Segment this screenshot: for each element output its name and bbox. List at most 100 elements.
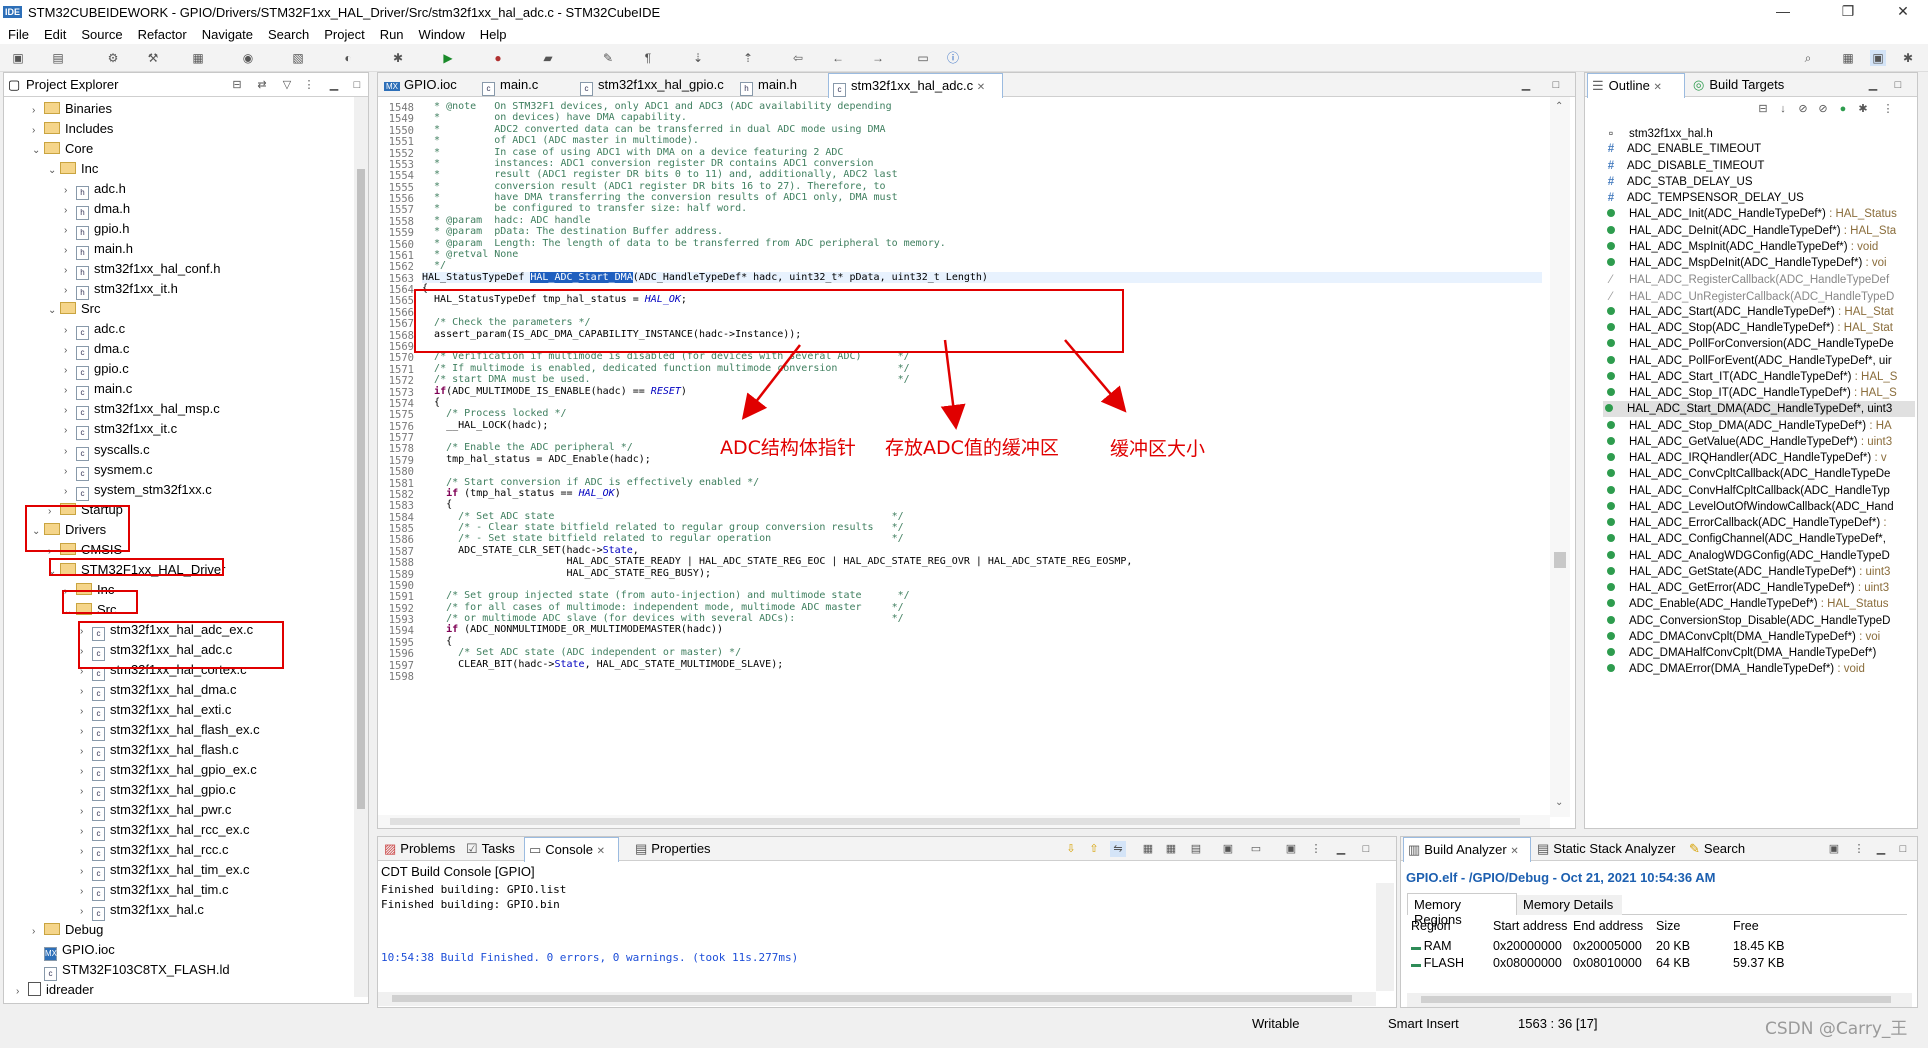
outline-item[interactable]: HAL_ADC_GetState(ADC_HandleTypeDef*) : u… xyxy=(1605,564,1890,580)
analyzer-hscroll[interactable] xyxy=(1407,993,1912,1007)
outline-item[interactable]: HAL_ADC_ErrorCallback(ADC_HandleTypeDef*… xyxy=(1605,515,1887,531)
outline-item[interactable]: ADC_DMAConvCplt(DMA_HandleTypeDef*) : vo… xyxy=(1605,629,1880,645)
display-icon[interactable]: ▤ xyxy=(1188,841,1204,857)
column-header[interactable]: Start address xyxy=(1493,919,1567,933)
outline-item[interactable]: ADC_Enable(ADC_HandleTypeDef*) : HAL_Sta… xyxy=(1605,596,1889,612)
pin-console-icon[interactable]: ⇧ xyxy=(1086,841,1102,857)
table-cell-wrap: 64 KB xyxy=(1656,956,1690,970)
outline-item[interactable]: HAL_ADC_MspDeInit(ADC_HandleTypeDef*) : … xyxy=(1605,255,1887,271)
scroll-lock-icon[interactable]: ⇩ xyxy=(1063,841,1079,857)
hide-fields-icon[interactable]: ⊘ xyxy=(1795,101,1811,117)
tab-build-targets[interactable]: ◎ Build Targets xyxy=(1689,73,1804,97)
tab-problems[interactable]: ▨ Problems xyxy=(380,837,460,861)
outline-item[interactable]: HAL_ADC_Start(ADC_HandleTypeDef*) : HAL_… xyxy=(1605,304,1894,320)
new-console-icon[interactable]: ▣ xyxy=(1283,841,1299,857)
view-menu-icon[interactable]: ⋮ xyxy=(1880,101,1896,117)
outline-item[interactable]: ⁄ HAL_ADC_RegisterCallback(ADC_HandleType… xyxy=(1605,271,1889,287)
column-header[interactable]: Free xyxy=(1733,919,1759,933)
outline-item[interactable]: HAL_ADC_Stop(ADC_HandleTypeDef*) : HAL_S… xyxy=(1605,320,1893,336)
outline-item[interactable]: ADC_DMAError(DMA_HandleTypeDef*) : void xyxy=(1605,661,1865,677)
outline-item[interactable]: HAL_ADC_GetValue(ADC_HandleTypeDef*) : u… xyxy=(1605,434,1892,450)
close-tab-icon[interactable]: ✕ xyxy=(1653,82,1661,93)
outline-item-label: HAL_ADC_ErrorCallback(ADC_HandleTypeDef*… xyxy=(1629,517,1881,529)
outline-item[interactable]: # ADC_STAB_DELAY_US xyxy=(1605,174,1753,190)
copy-icon[interactable]: ▦ xyxy=(1163,841,1179,857)
tab-memory-details[interactable]: Memory Details xyxy=(1517,895,1622,915)
minimize-view-icon[interactable]: ▁ xyxy=(1873,841,1889,857)
outline-item[interactable]: HAL_ADC_LevelOutOfWindowCallback(ADC_Han… xyxy=(1605,499,1894,515)
console-line: Finished building: GPIO.bin xyxy=(381,898,560,911)
outline-item[interactable]: HAL_ADC_Init(ADC_HandleTypeDef*) : HAL_S… xyxy=(1605,206,1897,222)
tab-properties[interactable]: ▤ Properties xyxy=(631,837,731,861)
outline-item[interactable]: ADC_DMAHalfConvCplt(DMA_HandleTypeDef*) xyxy=(1605,645,1876,661)
hide-static-icon[interactable]: ⊘ xyxy=(1815,101,1831,117)
tab-tasks[interactable]: ☑ Tasks xyxy=(462,837,522,861)
close-tab-icon[interactable]: ✕ xyxy=(597,846,605,857)
outline-item-label: HAL_ADC_IRQHandler(ADC_HandleTypeDef*) xyxy=(1629,452,1872,464)
tab-static-stack[interactable]: ▤ Static Stack Analyzer xyxy=(1533,837,1683,861)
maximize-view-icon[interactable]: □ xyxy=(1895,841,1911,857)
table-cell: 0x08010000 xyxy=(1573,956,1642,970)
column-header[interactable]: Size xyxy=(1656,919,1680,933)
outline-item[interactable]: HAL_ADC_DeInit(ADC_HandleTypeDef*) : HAL… xyxy=(1605,223,1896,239)
annotation-hadc: ADC结构体指针 xyxy=(720,437,856,459)
stack-icon: ▤ xyxy=(1537,841,1550,856)
outline-item[interactable]: ▫ stm32f1xx_hal.h xyxy=(1605,125,1713,141)
outline-item[interactable]: HAL_ADC_ConvCpltCallback(ADC_HandleTypeD… xyxy=(1605,466,1890,482)
word-wrap-icon[interactable]: ⇋ xyxy=(1110,841,1126,857)
view-menu-icon[interactable]: ⋮ xyxy=(1851,841,1867,857)
close-tab-icon[interactable]: ✕ xyxy=(1510,846,1518,857)
outline-item[interactable]: HAL_ADC_Start_IT(ADC_HandleTypeDef*) : H… xyxy=(1605,369,1897,385)
outline-item[interactable]: ADC_ConversionStop_Disable(ADC_HandleTyp… xyxy=(1605,613,1890,629)
insert-mode-status[interactable]: Smart Insert xyxy=(1388,1016,1459,1031)
maximize-view-icon[interactable]: □ xyxy=(1890,77,1906,93)
column-header[interactable]: End address xyxy=(1573,919,1643,933)
outline-item-label: HAL_ADC_RegisterCallback(ADC_HandleTypeD… xyxy=(1629,274,1890,287)
outline-item[interactable]: # ADC_ENABLE_TIMEOUT xyxy=(1605,141,1761,157)
refresh-icon[interactable]: ▣ xyxy=(1826,841,1842,857)
sort-icon[interactable]: ↓ xyxy=(1775,101,1791,117)
outline-item[interactable]: HAL_ADC_Stop_IT(ADC_HandleTypeDef*) : HA… xyxy=(1605,385,1897,401)
outline-item[interactable]: # ADC_TEMPSENSOR_DELAY_US xyxy=(1605,190,1804,206)
watermark: CSDN @Carry_王 xyxy=(1765,1019,1908,1039)
outline-item[interactable]: # ADC_DISABLE_TIMEOUT xyxy=(1605,158,1765,174)
outline-item[interactable]: HAL_ADC_IRQHandler(ADC_HandleTypeDef*) :… xyxy=(1605,450,1887,466)
console-menu-icon[interactable]: ▭ xyxy=(1248,841,1264,857)
outline-item[interactable]: HAL_ADC_ConfigChannel(ADC_HandleTypeDef*… xyxy=(1605,531,1886,547)
outline-panel: ☰ Outline ✕ ◎ Build Targets ▁ □ ⊟ ↓ ⊘ ⊘ ● … xyxy=(1584,72,1918,829)
outline-item-type: : xyxy=(1880,517,1887,529)
outline-item[interactable]: HAL_ADC_Stop_DMA(ADC_HandleTypeDef*) : H… xyxy=(1605,418,1892,434)
minimize-view-icon[interactable]: ▁ xyxy=(1333,841,1349,857)
tab-console[interactable]: ▭ Console ✕ xyxy=(524,837,619,862)
outline-item-type: : uint3 xyxy=(1854,582,1890,594)
clear-console-icon[interactable]: ▦ xyxy=(1140,841,1156,857)
view-menu-icon[interactable]: ⋮ xyxy=(1308,841,1324,857)
tab-outline[interactable]: ☰ Outline ✕ xyxy=(1587,73,1685,98)
tab-search[interactable]: ✎ Search xyxy=(1685,837,1755,861)
group-icon[interactable]: ✱ xyxy=(1855,101,1871,117)
outline-item[interactable]: HAL_ADC_AnalogWDGConfig(ADC_HandleTypeD xyxy=(1605,548,1890,564)
outline-item-type: : void xyxy=(1847,240,1879,253)
tab-memory-regions[interactable]: Memory Regions xyxy=(1407,893,1517,927)
outline-item[interactable]: HAL_ADC_PollForEvent(ADC_HandleTypeDef*,… xyxy=(1605,353,1892,369)
collapse-icon[interactable]: ⊟ xyxy=(1755,101,1771,117)
analyzer-icon: ▥ xyxy=(1408,842,1421,857)
hide-nonpublic-icon[interactable]: ● xyxy=(1835,101,1851,117)
tab-build-analyzer[interactable]: ▥ Build Analyzer ✕ xyxy=(1403,837,1531,862)
minimize-view-icon[interactable]: ▁ xyxy=(1865,77,1881,93)
outline-item[interactable]: HAL_ADC_Start_DMA(ADC_HandleTypeDef*, ui… xyxy=(1603,401,1915,418)
inactive-function-icon: ⁄ xyxy=(1609,288,1612,303)
maximize-view-icon[interactable]: □ xyxy=(1358,841,1374,857)
outline-item[interactable]: HAL_ADC_ConvHalfCpltCallback(ADC_HandleT… xyxy=(1605,483,1890,499)
console-vscroll[interactable] xyxy=(1376,883,1394,991)
outline-item[interactable]: ⁄ HAL_ADC_UnRegisterCallback(ADC_HandleTy… xyxy=(1605,288,1894,304)
outline-item[interactable]: HAL_ADC_MspInit(ADC_HandleTypeDef*) : vo… xyxy=(1605,239,1878,255)
table-cell-wrap: 20 KB xyxy=(1656,939,1690,953)
function-icon xyxy=(1607,355,1615,364)
console-hscroll[interactable] xyxy=(378,992,1376,1006)
function-icon xyxy=(1607,501,1615,510)
open-console-icon[interactable]: ▣ xyxy=(1220,841,1236,857)
column-header[interactable]: Region xyxy=(1411,919,1451,933)
outline-item[interactable]: HAL_ADC_GetError(ADC_HandleTypeDef*) : u… xyxy=(1605,580,1889,596)
outline-item[interactable]: HAL_ADC_PollForConversion(ADC_HandleType… xyxy=(1605,336,1894,352)
